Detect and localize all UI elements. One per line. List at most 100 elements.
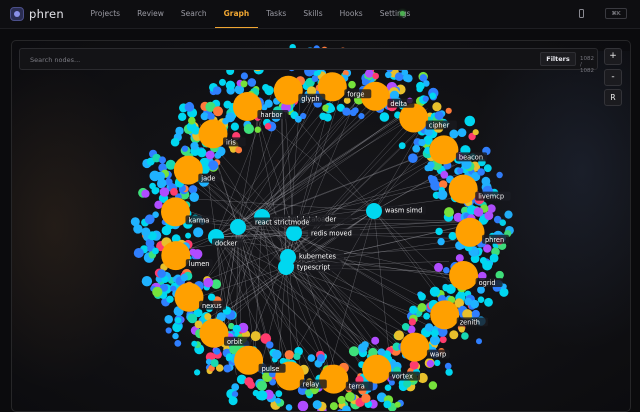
fact-node bbox=[210, 359, 219, 367]
fact-node bbox=[458, 326, 465, 333]
fact-node bbox=[348, 80, 356, 89]
center-node-label: kubernetes bbox=[299, 253, 337, 261]
fact-node bbox=[185, 232, 192, 239]
fact-node bbox=[144, 214, 155, 225]
reset-view-button[interactable]: R bbox=[604, 89, 622, 106]
fact-node bbox=[175, 126, 184, 136]
project-node[interactable] bbox=[362, 354, 392, 384]
center-node[interactable] bbox=[230, 219, 246, 235]
fact-node bbox=[371, 336, 380, 345]
fact-node bbox=[476, 237, 487, 248]
fact-node bbox=[337, 395, 346, 405]
fact-node bbox=[284, 350, 294, 360]
fact-node bbox=[193, 227, 204, 238]
project-label: nexus bbox=[202, 302, 222, 310]
nav-tab-graph[interactable]: Graph bbox=[215, 0, 258, 28]
nav-tab-projects[interactable]: Projects bbox=[82, 0, 129, 28]
fact-node bbox=[470, 299, 480, 309]
fact-node bbox=[416, 81, 425, 91]
fact-node bbox=[466, 205, 477, 215]
fact-node bbox=[499, 287, 509, 297]
project-node[interactable] bbox=[455, 217, 485, 247]
fact-node bbox=[223, 364, 232, 373]
filters-button[interactable]: Filters bbox=[540, 52, 576, 66]
nav-tab-settings[interactable]: Settings bbox=[371, 0, 419, 28]
command-palette-shortcut[interactable]: ⌘K bbox=[605, 8, 627, 19]
fact-node bbox=[477, 168, 485, 176]
fact-node bbox=[404, 74, 413, 83]
fact-node bbox=[426, 359, 435, 368]
nav-tab-review[interactable]: Review bbox=[129, 0, 173, 28]
fact-node bbox=[408, 318, 416, 326]
fact-node bbox=[434, 359, 441, 367]
fact-node bbox=[495, 236, 504, 245]
center-node[interactable] bbox=[366, 203, 382, 219]
fact-node bbox=[429, 92, 437, 100]
zoom-out-button[interactable]: - bbox=[604, 69, 622, 86]
fact-node bbox=[230, 122, 239, 131]
graph-search-bar: Filters 1082 / 1082 bbox=[19, 48, 598, 74]
fact-node bbox=[164, 315, 173, 324]
fact-node bbox=[422, 95, 429, 102]
fact-node bbox=[440, 170, 449, 179]
fact-node bbox=[445, 368, 453, 376]
project-node[interactable] bbox=[400, 332, 430, 362]
fact-node bbox=[428, 381, 438, 390]
fact-node bbox=[505, 226, 514, 235]
fact-node bbox=[213, 347, 221, 355]
fact-node bbox=[130, 217, 140, 227]
top-navigation: phren Projects Review Search Graph Tasks… bbox=[0, 0, 640, 29]
project-label: terra bbox=[349, 383, 365, 391]
graph-panel: forge delta cipher beacon livemcp phren ogrid z… bbox=[11, 40, 631, 412]
fact-node bbox=[461, 332, 469, 340]
center-node-label: redis moved bbox=[311, 230, 352, 238]
fact-node bbox=[312, 400, 322, 410]
fact-node bbox=[149, 182, 156, 190]
project-label: livemcp bbox=[478, 193, 504, 201]
fact-node bbox=[417, 303, 427, 312]
mobile-view-icon[interactable] bbox=[579, 9, 584, 18]
brand[interactable]: phren bbox=[10, 6, 64, 22]
knowledge-graph-canvas[interactable]: forge delta cipher beacon livemcp phren ogrid z… bbox=[12, 41, 630, 411]
fact-node bbox=[468, 302, 476, 310]
fact-node bbox=[473, 198, 481, 205]
fact-node bbox=[188, 185, 198, 194]
project-node[interactable] bbox=[319, 364, 349, 394]
fact-node bbox=[478, 271, 487, 281]
fact-node bbox=[190, 141, 199, 150]
nav-tab-skills[interactable]: Skills bbox=[295, 0, 331, 28]
project-node[interactable] bbox=[449, 261, 479, 290]
fact-node bbox=[222, 117, 229, 125]
center-node[interactable] bbox=[278, 259, 294, 275]
nav-tab-hooks[interactable]: Hooks bbox=[331, 0, 371, 28]
project-label: iris bbox=[226, 139, 236, 147]
center-node-label: typescript bbox=[297, 264, 331, 272]
fact-node bbox=[437, 189, 448, 200]
project-node[interactable] bbox=[448, 174, 478, 204]
fact-node bbox=[349, 109, 357, 117]
fact-node bbox=[492, 279, 504, 291]
fact-node bbox=[178, 112, 187, 122]
fact-node bbox=[297, 400, 309, 411]
project-node[interactable] bbox=[429, 135, 459, 165]
fact-node bbox=[445, 107, 452, 114]
fact-node bbox=[434, 262, 443, 272]
center-node[interactable] bbox=[286, 225, 302, 241]
fact-node bbox=[497, 233, 507, 243]
fact-node bbox=[232, 324, 241, 333]
nav-tab-tasks[interactable]: Tasks bbox=[258, 0, 295, 28]
fact-node bbox=[398, 142, 406, 150]
fact-node bbox=[154, 200, 163, 209]
project-node[interactable] bbox=[430, 300, 460, 330]
project-label: beacon bbox=[459, 154, 483, 162]
search-nodes-input[interactable] bbox=[28, 52, 452, 68]
zoom-in-button[interactable]: + bbox=[604, 48, 622, 65]
fact-node bbox=[166, 295, 174, 303]
fact-node bbox=[394, 330, 404, 341]
fact-node bbox=[225, 80, 236, 90]
fact-node bbox=[188, 116, 196, 125]
fact-node bbox=[189, 192, 199, 202]
fact-node bbox=[379, 112, 390, 122]
nav-tab-search[interactable]: Search bbox=[172, 0, 215, 28]
fact-node bbox=[141, 276, 153, 287]
